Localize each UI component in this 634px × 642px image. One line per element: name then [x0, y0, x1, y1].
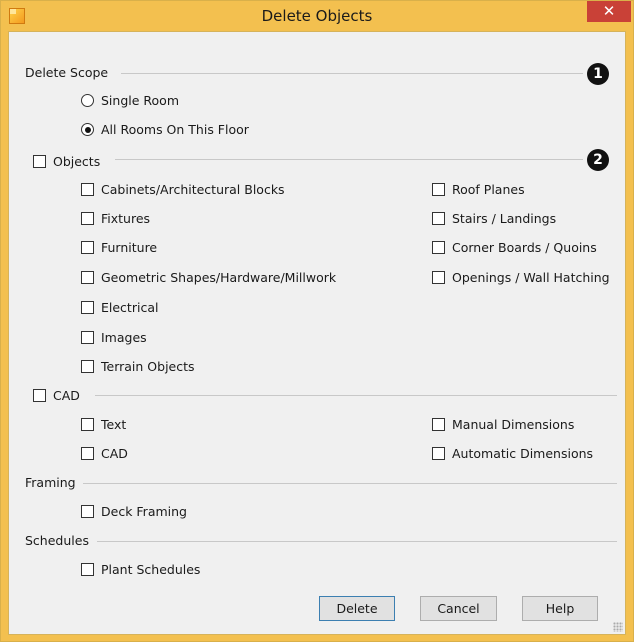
checkbox-label: Stairs / Landings: [452, 211, 557, 226]
geometric-shapes-checkbox[interactable]: Geometric Shapes/Hardware/Millwork: [81, 270, 336, 286]
furniture-checkbox[interactable]: Furniture: [81, 240, 157, 256]
objects-label: Objects: [53, 154, 101, 169]
checkbox[interactable]: [33, 389, 46, 402]
window-title: Delete Objects: [261, 7, 373, 25]
single-room-radio[interactable]: Single Room: [81, 93, 179, 109]
terrain-objects-checkbox[interactable]: Terrain Objects: [81, 359, 195, 375]
objects-divider: [115, 159, 583, 160]
checkbox-label: Furniture: [101, 240, 158, 255]
checkbox[interactable]: [432, 241, 445, 254]
resize-grip-icon[interactable]: [613, 622, 623, 632]
delete-button[interactable]: Delete: [319, 596, 395, 621]
checkbox-label: Cabinets/Architectural Blocks: [101, 182, 285, 197]
text-checkbox[interactable]: Text: [81, 417, 126, 433]
checkbox[interactable]: [81, 183, 94, 196]
checkbox[interactable]: [81, 271, 94, 284]
images-checkbox[interactable]: Images: [81, 330, 147, 346]
fixtures-checkbox[interactable]: Fixtures: [81, 211, 150, 227]
objects-checkbox[interactable]: Objects: [33, 154, 100, 170]
radio-button-selected[interactable]: [81, 123, 94, 136]
checkbox[interactable]: [81, 301, 94, 314]
electrical-checkbox[interactable]: Electrical: [81, 300, 158, 316]
single-room-label: Single Room: [101, 93, 179, 108]
help-button[interactable]: Help: [522, 596, 598, 621]
checkbox-label: CAD: [101, 446, 128, 461]
checkbox-label: Geometric Shapes/Hardware/Millwork: [101, 270, 337, 285]
checkbox[interactable]: [81, 212, 94, 225]
schedules-label: Schedules: [25, 533, 89, 548]
cad-checkbox[interactable]: CAD: [81, 446, 128, 462]
openings-wall-hatching-checkbox[interactable]: Openings / Wall Hatching: [432, 270, 610, 286]
dialog-window: Delete Objects ✕ Delete Scope 1 Single R…: [0, 0, 634, 642]
checkbox[interactable]: [81, 241, 94, 254]
checkbox-label: Terrain Objects: [101, 359, 195, 374]
delete-scope-divider: [121, 73, 583, 74]
all-rooms-label: All Rooms On This Floor: [101, 122, 249, 137]
roof-planes-checkbox[interactable]: Roof Planes: [432, 182, 525, 198]
checkbox[interactable]: [432, 212, 445, 225]
checkbox[interactable]: [432, 418, 445, 431]
checkbox[interactable]: [81, 563, 94, 576]
title-bar[interactable]: Delete Objects ✕: [1, 1, 633, 31]
all-rooms-radio[interactable]: All Rooms On This Floor: [81, 122, 249, 138]
checkbox-label: Openings / Wall Hatching: [452, 270, 610, 285]
deck-framing-checkbox[interactable]: Deck Framing: [81, 504, 187, 520]
checkbox-label: Automatic Dimensions: [452, 446, 594, 461]
dialog-body: Delete Scope 1 Single Room All Rooms On …: [8, 31, 626, 635]
cad-group-label: CAD: [53, 388, 80, 403]
framing-divider: [83, 483, 617, 484]
checkbox-label: Plant Schedules: [101, 562, 201, 577]
cabinets-checkbox[interactable]: Cabinets/Architectural Blocks: [81, 182, 285, 198]
checkbox[interactable]: [81, 505, 94, 518]
delete-scope-label: Delete Scope: [25, 65, 109, 80]
plant-schedules-checkbox[interactable]: Plant Schedules: [81, 562, 200, 578]
callout-1: 1: [587, 63, 609, 85]
checkbox-label: Corner Boards / Quoins: [452, 240, 597, 255]
checkbox[interactable]: [81, 418, 94, 431]
checkbox[interactable]: [81, 447, 94, 460]
checkbox-label: Images: [101, 330, 147, 345]
checkbox[interactable]: [33, 155, 46, 168]
checkbox[interactable]: [432, 183, 445, 196]
checkbox[interactable]: [81, 360, 94, 373]
cad-group-checkbox[interactable]: CAD: [33, 388, 80, 404]
radio-button[interactable]: [81, 94, 94, 107]
checkbox-label: Electrical: [101, 300, 159, 315]
close-icon: ✕: [602, 2, 616, 20]
manual-dimensions-checkbox[interactable]: Manual Dimensions: [432, 417, 574, 433]
cancel-button[interactable]: Cancel: [420, 596, 497, 621]
cad-divider: [95, 395, 617, 396]
checkbox[interactable]: [432, 271, 445, 284]
checkbox-label: Manual Dimensions: [452, 417, 575, 432]
automatic-dimensions-checkbox[interactable]: Automatic Dimensions: [432, 446, 593, 462]
close-button[interactable]: ✕: [587, 1, 631, 22]
checkbox-label: Deck Framing: [101, 504, 187, 519]
callout-2: 2: [587, 149, 609, 171]
checkbox-label: Fixtures: [101, 211, 151, 226]
corner-boards-checkbox[interactable]: Corner Boards / Quoins: [432, 240, 597, 256]
schedules-divider: [97, 541, 617, 542]
framing-label: Framing: [25, 475, 76, 490]
checkbox[interactable]: [432, 447, 445, 460]
checkbox[interactable]: [81, 331, 94, 344]
checkbox-label: Text: [101, 417, 127, 432]
stairs-landings-checkbox[interactable]: Stairs / Landings: [432, 211, 556, 227]
checkbox-label: Roof Planes: [452, 182, 525, 197]
